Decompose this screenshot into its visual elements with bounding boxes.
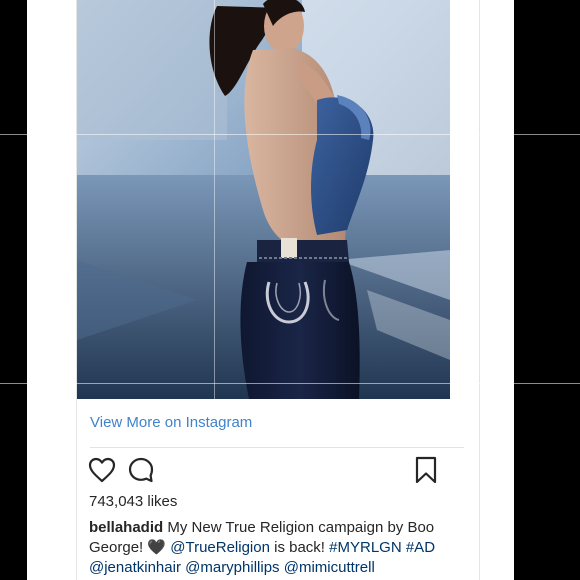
comment-bubble-icon[interactable] [128,457,154,483]
caption-text-2: is back! [269,539,330,556]
crop-grid-line-top [0,134,580,135]
hashtag-myrlgn[interactable]: #MYRLGN [329,539,402,556]
instagram-embed-panel: View More on Instagram 743,043 likes bel… [27,0,514,580]
card-divider [90,447,464,448]
likes-count: 743,043 likes [89,493,178,510]
right-black-bar [514,0,580,580]
mention-maryphillips[interactable]: @maryphillips [185,559,279,576]
campaign-photo-image [77,0,450,399]
view-more-on-instagram-link[interactable]: View More on Instagram [90,414,252,431]
bookmark-icon[interactable] [415,456,437,484]
post-photo[interactable] [77,0,450,399]
caption-username[interactable]: bellahadid [89,519,163,536]
crop-grid-line-vertical [214,0,215,399]
mention-jenatkinhair[interactable]: @jenatkinhair [89,559,181,576]
hashtag-ad[interactable]: #AD [406,539,435,556]
left-black-bar [0,0,27,580]
crop-grid-line-bottom [0,383,580,384]
post-caption: bellahadid My New True Religion campaign… [89,518,461,578]
mention-mimicuttrell[interactable]: @mimicuttrell [284,559,375,576]
black-heart-emoji: 🖤 [147,539,167,556]
mention-truereligion[interactable]: @TrueReligion [170,539,270,556]
heart-outline-icon[interactable] [88,457,116,483]
